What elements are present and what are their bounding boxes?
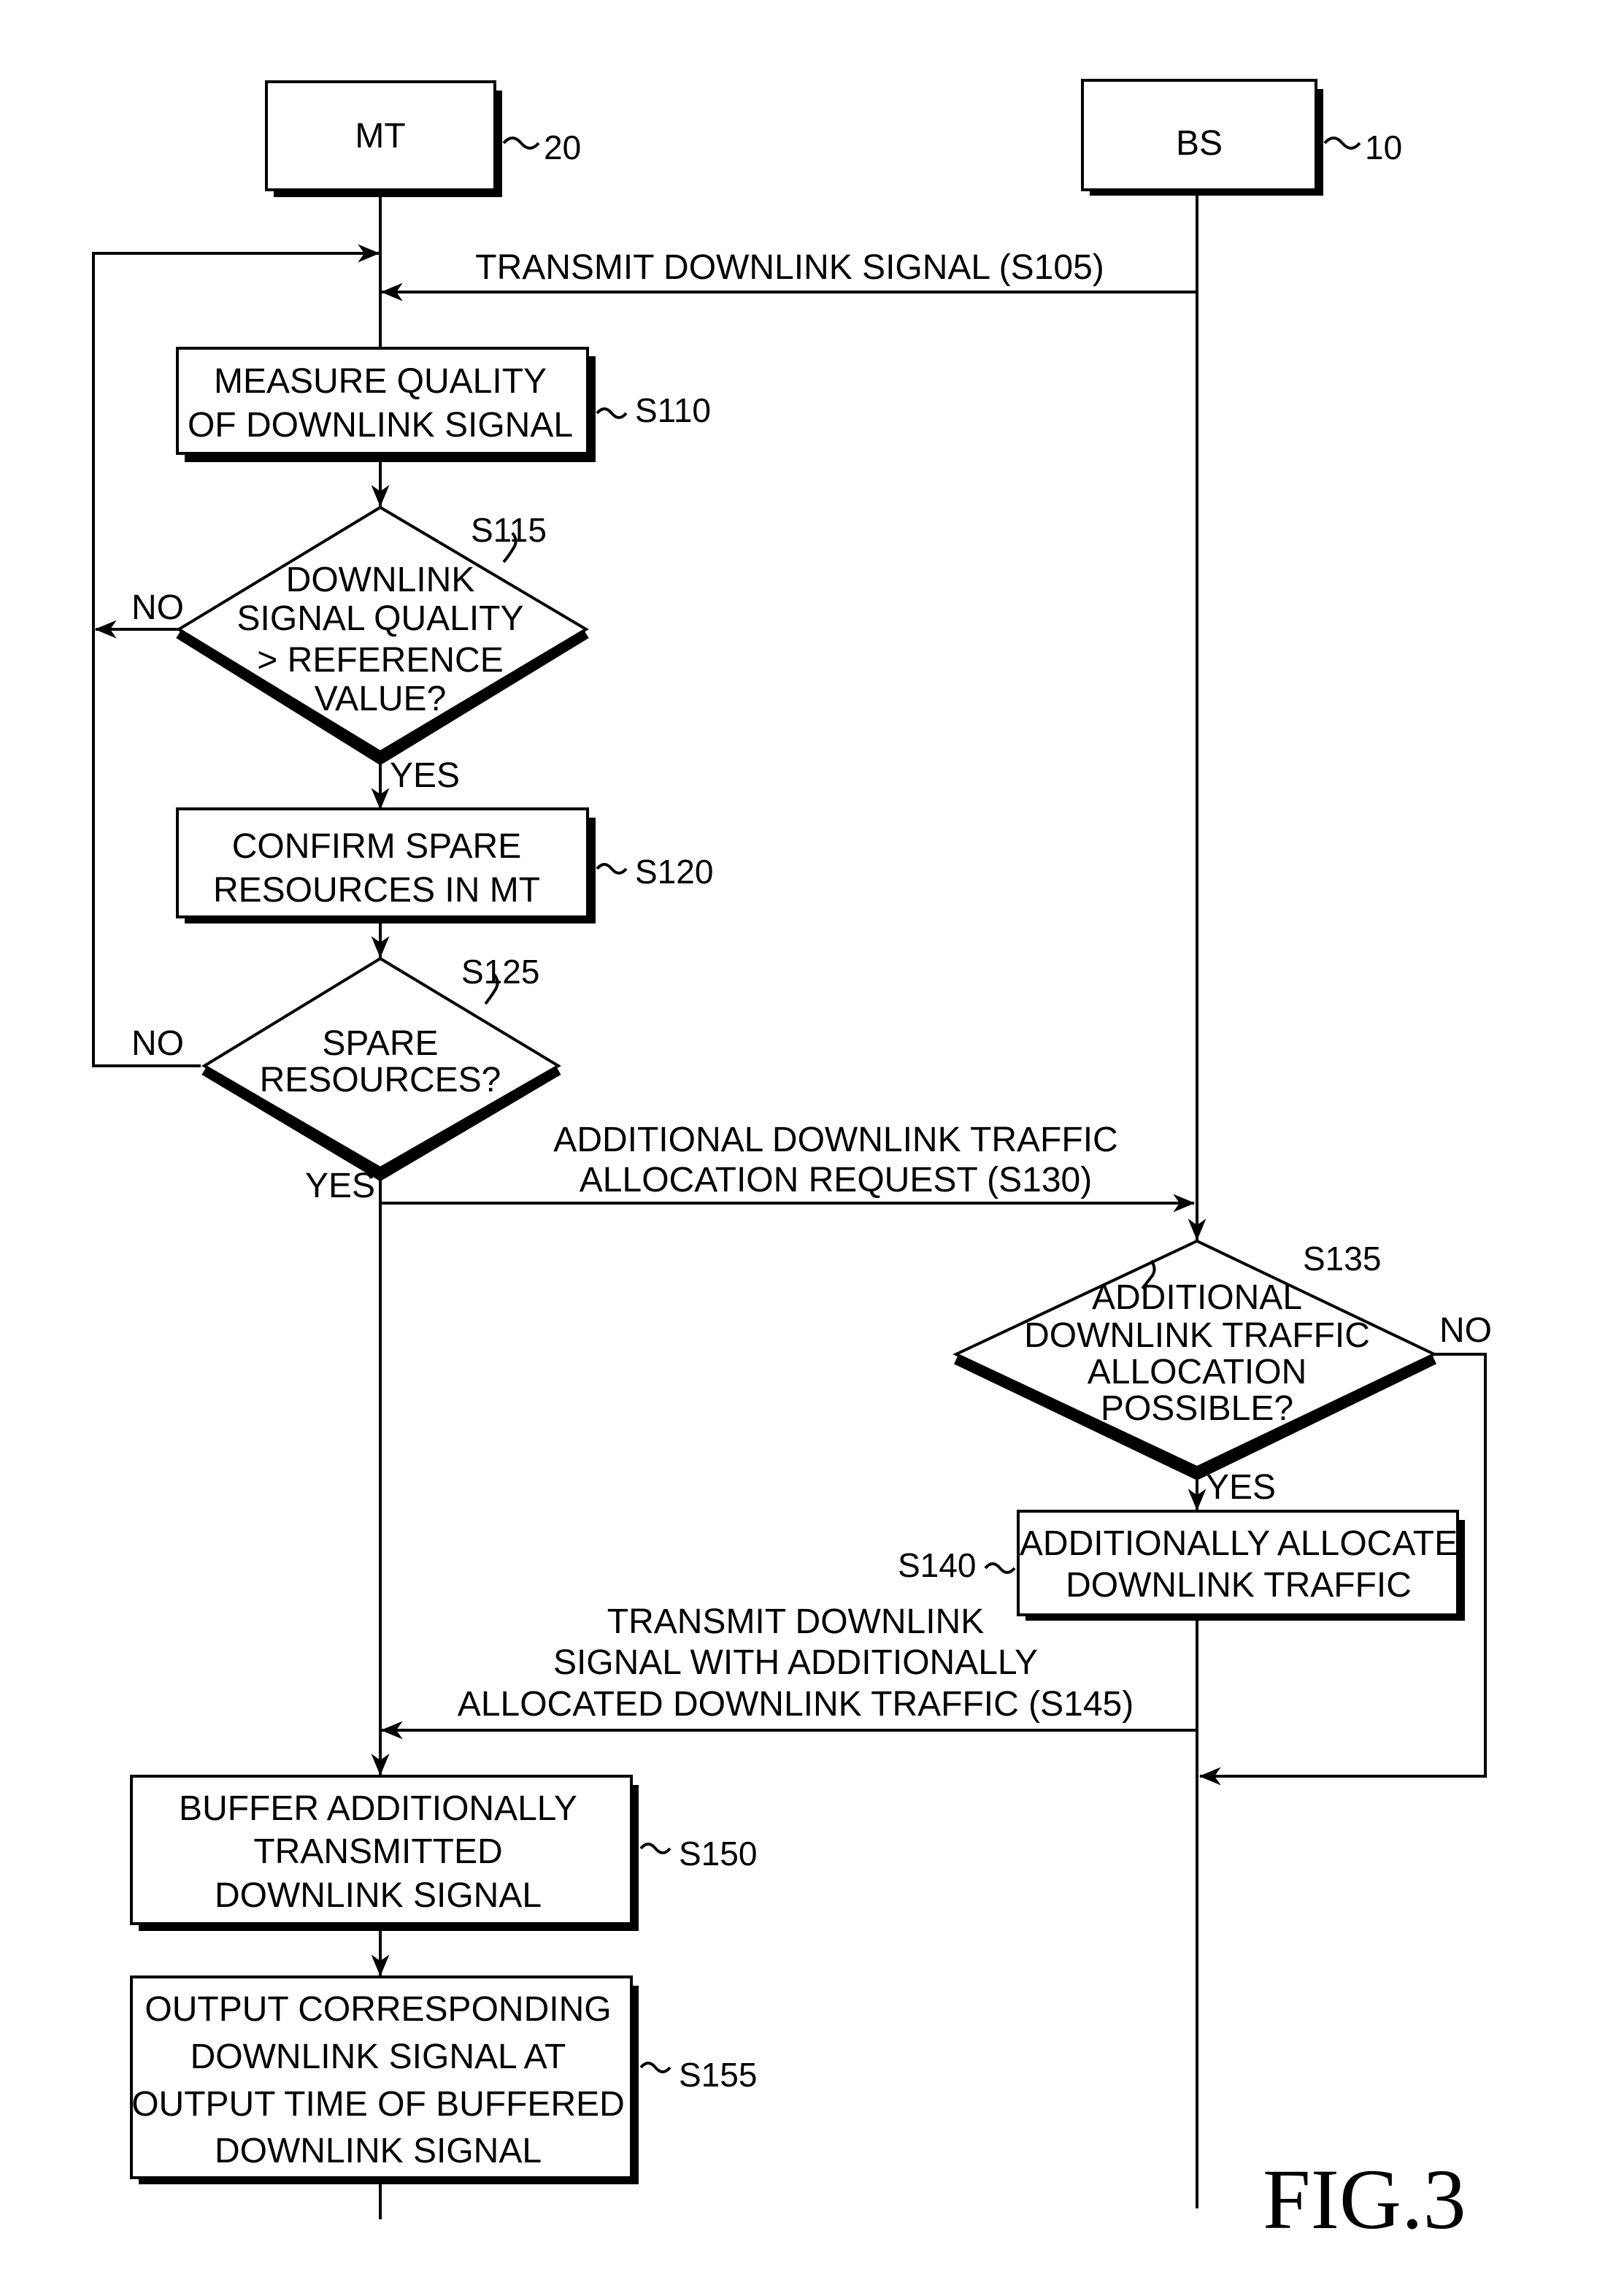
s155-ref-leader xyxy=(639,2062,671,2073)
s115-ref: S115 xyxy=(471,511,547,549)
s150-process-box: BUFFER ADDITIONALLY TRANSMITTED DOWNLINK… xyxy=(130,1775,639,1931)
bs-ref-leader xyxy=(1323,137,1361,150)
s115-line-4: VALUE? xyxy=(315,680,447,718)
s125-decision-diamond: SPARE RESOURCES? xyxy=(201,956,561,1182)
s135-line-1: ADDITIONAL xyxy=(1092,1278,1302,1317)
s135-yes-label: YES xyxy=(1206,1468,1276,1507)
s120-ref: S120 xyxy=(635,853,713,891)
s110-process-box: MEASURE QUALITY OF DOWNLINK SIGNAL xyxy=(176,347,596,462)
s155-line-1: OUTPUT CORRESPONDING xyxy=(145,1990,611,2029)
s150-ref: S150 xyxy=(679,1835,757,1873)
s140-process-box: ADDITIONALLY ALLOCATE DOWNLINK TRAFFIC xyxy=(1017,1510,1465,1621)
s140-ref: S140 xyxy=(898,1546,976,1584)
s120-process-box: CONFIRM SPARE RESOURCES IN MT xyxy=(176,807,596,924)
mt-ref-number: 20 xyxy=(544,128,581,166)
mt-ref-leader xyxy=(502,137,540,150)
s135-no-label: NO xyxy=(1439,1311,1492,1350)
s155-line-4: DOWNLINK SIGNAL xyxy=(215,2132,542,2170)
s125-ref: S125 xyxy=(461,953,539,991)
s155-line-2: DOWNLINK SIGNAL AT xyxy=(191,2038,566,2076)
s115-line-2: SIGNAL QUALITY xyxy=(237,599,524,638)
bs-entity-box: BS xyxy=(1081,79,1323,196)
s140-line-2: DOWNLINK TRAFFIC xyxy=(1066,1566,1412,1605)
s125-no-label: NO xyxy=(131,1024,184,1063)
s110-line-1: MEASURE QUALITY xyxy=(214,362,547,401)
s155-process-box: OUTPUT CORRESPONDING DOWNLINK SIGNAL AT … xyxy=(130,1975,639,2184)
s125-yes-label: YES xyxy=(305,1167,375,1205)
s110-line-2: OF DOWNLINK SIGNAL xyxy=(188,406,573,445)
s130-label-line-2: ALLOCATION REQUEST (S130) xyxy=(580,1161,1092,1199)
s130-label-line-1: ADDITIONAL DOWNLINK TRAFFIC xyxy=(553,1121,1117,1159)
mt-label: MT xyxy=(355,117,405,155)
s135-line-4: POSSIBLE? xyxy=(1101,1389,1293,1428)
s125-line-2: RESOURCES? xyxy=(260,1061,501,1099)
s145-label-line-1: TRANSMIT DOWNLINK xyxy=(607,1602,984,1641)
s115-yes-label: YES xyxy=(390,756,460,795)
s135-line-3: ALLOCATION xyxy=(1088,1353,1307,1391)
s145-label-line-3: ALLOCATED DOWNLINK TRAFFIC (S145) xyxy=(458,1685,1134,1724)
s125-line-1: SPARE xyxy=(322,1024,438,1063)
flowchart-canvas: MT 20 BS 10 TRANSMIT DOWNLINK SIGNAL (S1… xyxy=(92,79,1492,2247)
s115-no-label: NO xyxy=(131,588,184,627)
figure-label: FIG.3 xyxy=(1263,2151,1466,2247)
s115-line-3: > REFERENCE xyxy=(257,641,503,680)
s150-line-1: BUFFER ADDITIONALLY xyxy=(179,1789,577,1828)
s120-line-1: CONFIRM SPARE xyxy=(232,827,521,866)
s120-line-2: RESOURCES IN MT xyxy=(213,871,540,910)
bs-label: BS xyxy=(1176,124,1223,163)
s120-ref-leader xyxy=(596,863,628,875)
s145-label-line-2: SIGNAL WITH ADDITIONALLY xyxy=(553,1643,1038,1682)
s135-ref: S135 xyxy=(1303,1240,1381,1278)
s105-label: TRANSMIT DOWNLINK SIGNAL (S105) xyxy=(475,248,1104,287)
s110-ref: S110 xyxy=(635,391,711,429)
s140-line-1: ADDITIONALLY ALLOCATE xyxy=(1020,1524,1458,1563)
s140-ref-leader xyxy=(984,1562,1016,1574)
s155-ref: S155 xyxy=(679,2056,757,2094)
mt-entity-box: MT xyxy=(265,80,502,197)
s155-line-3: OUTPUT TIME OF BUFFERED xyxy=(131,2085,625,2124)
s135-line-2: DOWNLINK TRAFFIC xyxy=(1024,1316,1370,1355)
s150-ref-leader xyxy=(639,1843,671,1854)
s110-ref-leader xyxy=(596,407,628,419)
s150-line-2: TRANSMITTED xyxy=(253,1832,502,1871)
s150-line-3: DOWNLINK SIGNAL xyxy=(215,1876,542,1915)
bs-ref-number: 10 xyxy=(1365,128,1402,166)
s115-line-1: DOWNLINK xyxy=(286,561,475,599)
